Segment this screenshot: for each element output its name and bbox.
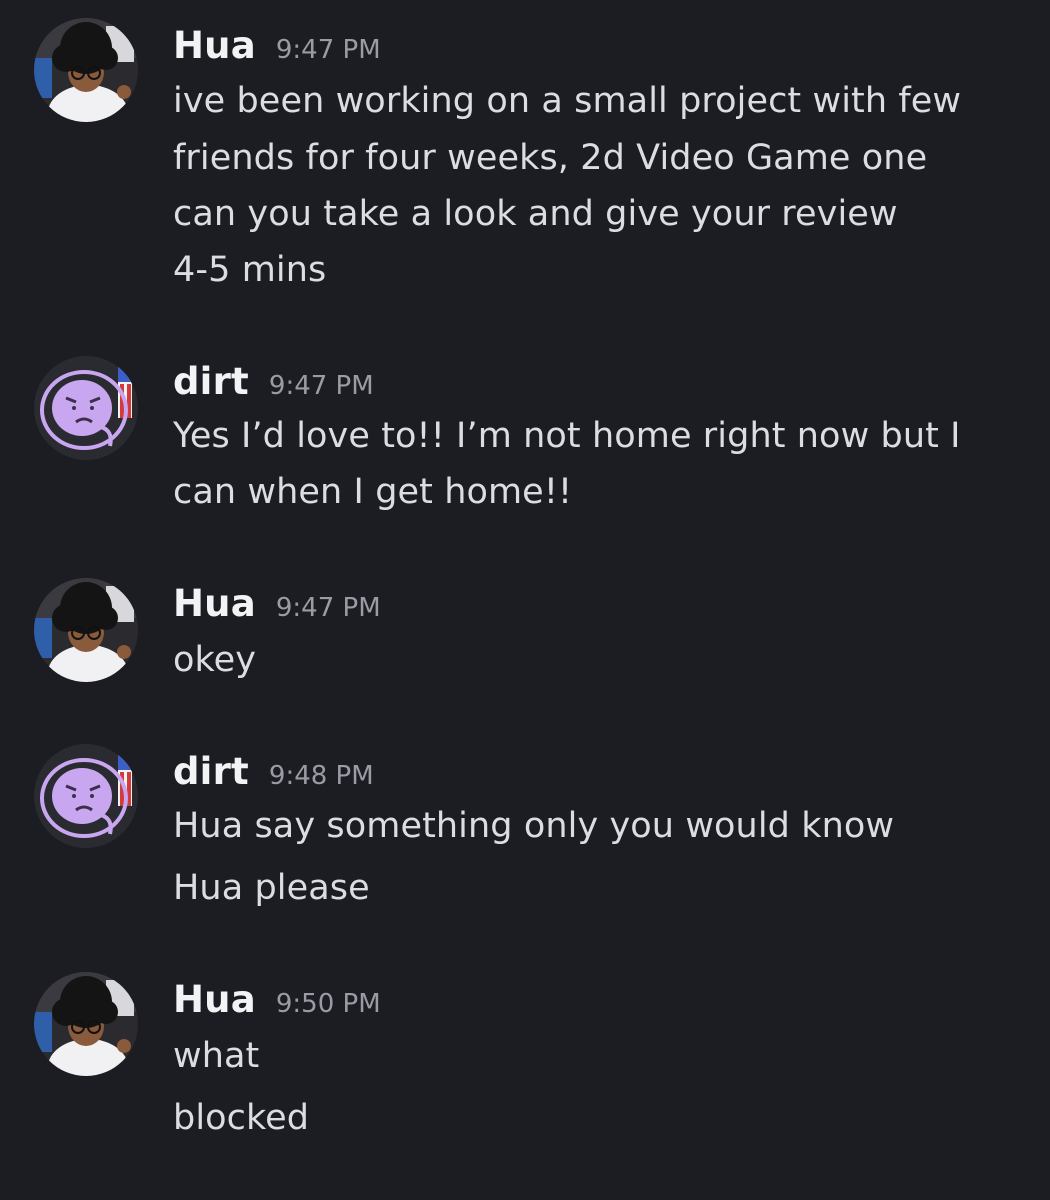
user-avatar[interactable] (34, 578, 138, 682)
message-text: 4-5 mins (173, 250, 327, 290)
username[interactable]: dirt (173, 360, 249, 403)
username[interactable]: Hua (173, 582, 256, 625)
message-text: Yes I’d love to!! I’m not home right now… (173, 416, 961, 456)
message-header: Hua 9:50 PM (173, 978, 381, 1021)
user-avatar[interactable] (34, 18, 138, 122)
photo-avatar-icon (34, 18, 138, 122)
purple-face-avatar-icon (34, 744, 138, 848)
chat-message-list[interactable]: Hua 9:47 PM ive been working on a small p… (0, 0, 1050, 1200)
message-text: can you take a look and give your review (173, 194, 898, 234)
user-avatar[interactable] (34, 356, 138, 460)
timestamp: 9:50 PM (275, 989, 381, 1019)
message-text: Hua say something only you would know (173, 806, 895, 846)
timestamp: 9:47 PM (275, 593, 381, 623)
message-header: Hua 9:47 PM (173, 582, 381, 625)
timestamp: 9:47 PM (268, 371, 374, 401)
message-text: can when I get home!! (173, 472, 573, 512)
username[interactable]: Hua (173, 978, 256, 1021)
photo-avatar-icon (34, 972, 138, 1076)
message-text: Hua please (173, 868, 370, 908)
user-avatar[interactable] (34, 744, 138, 848)
username[interactable]: Hua (173, 24, 256, 67)
message-header: dirt 9:48 PM (173, 750, 374, 793)
message-header: Hua 9:47 PM (173, 24, 381, 67)
message-text: what (173, 1036, 260, 1076)
message-text: ive been working on a small project with… (173, 81, 962, 121)
purple-face-avatar-icon (34, 356, 138, 460)
message-header: dirt 9:47 PM (173, 360, 374, 403)
username[interactable]: dirt (173, 750, 249, 793)
message-text: blocked (173, 1098, 310, 1138)
message-text: okey (173, 640, 257, 680)
timestamp: 9:48 PM (268, 761, 374, 791)
user-avatar[interactable] (34, 972, 138, 1076)
photo-avatar-icon (34, 578, 138, 682)
timestamp: 9:47 PM (275, 35, 381, 65)
message-text: friends for four weeks, 2d Video Game on… (173, 138, 928, 178)
